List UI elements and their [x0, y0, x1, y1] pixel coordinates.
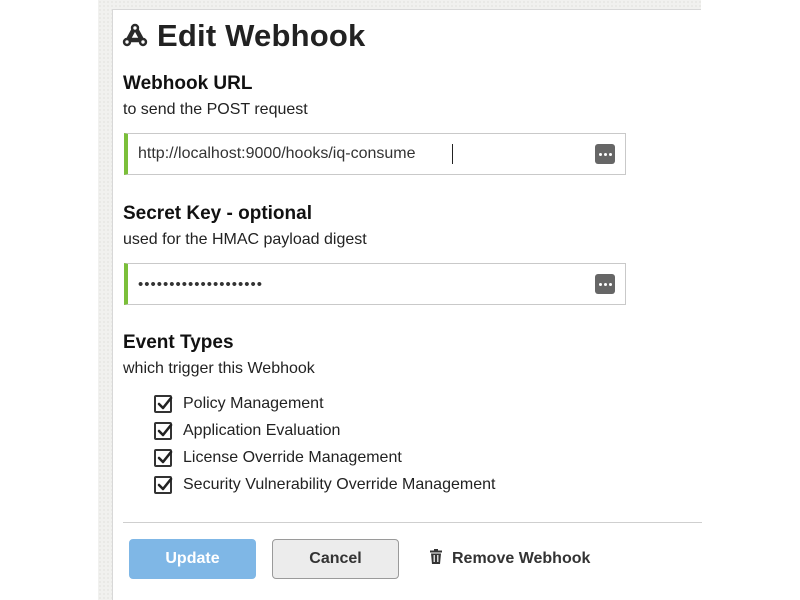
remove-webhook-button[interactable]: Remove Webhook	[430, 549, 590, 569]
event-types-list: Policy Management Application Evaluation…	[154, 390, 495, 498]
secret-key-field[interactable]	[124, 263, 626, 305]
edit-webhook-dialog: Edit Webhook Webhook URL to send the POS…	[112, 9, 702, 600]
update-button[interactable]: Update	[129, 539, 256, 579]
page-background-left	[0, 0, 98, 600]
remove-webhook-label: Remove Webhook	[452, 550, 591, 567]
text-caret	[452, 144, 453, 164]
secret-key-input[interactable]	[138, 264, 578, 304]
page-title: Edit Webhook	[157, 18, 366, 53]
event-type-item[interactable]: Application Evaluation	[154, 417, 495, 444]
webhook-url-label: Webhook URL	[123, 73, 253, 94]
dialog-header: Edit Webhook	[121, 18, 366, 54]
trash-icon	[430, 549, 442, 569]
event-type-item[interactable]: Policy Management	[154, 390, 495, 417]
secret-key-sublabel: used for the HMAC payload digest	[123, 231, 367, 248]
checkbox-checked-icon[interactable]	[154, 475, 173, 494]
webhook-url-sublabel: to send the POST request	[123, 101, 308, 118]
webhook-url-input[interactable]	[138, 134, 578, 174]
event-type-label: Application Evaluation	[183, 421, 341, 439]
event-type-label: Security Vulnerability Override Manageme…	[183, 475, 496, 493]
footer-divider	[123, 522, 702, 523]
event-type-item[interactable]: License Override Management	[154, 444, 495, 471]
cancel-button[interactable]: Cancel	[272, 539, 399, 579]
event-types-sublabel: which trigger this Webhook	[123, 360, 315, 377]
secret-key-label: Secret Key - optional	[123, 203, 312, 224]
event-types-label: Event Types	[123, 332, 234, 353]
event-type-item[interactable]: Security Vulnerability Override Manageme…	[154, 471, 495, 498]
checkbox-checked-icon[interactable]	[154, 421, 173, 440]
password-manager-icon[interactable]	[595, 144, 615, 164]
webhook-icon	[121, 23, 149, 49]
checkbox-checked-icon[interactable]	[154, 448, 173, 467]
password-manager-icon[interactable]	[595, 274, 615, 294]
event-type-label: Policy Management	[183, 394, 324, 412]
webhook-url-field[interactable]	[124, 133, 626, 175]
event-type-label: License Override Management	[183, 448, 402, 466]
checkbox-checked-icon[interactable]	[154, 394, 173, 413]
